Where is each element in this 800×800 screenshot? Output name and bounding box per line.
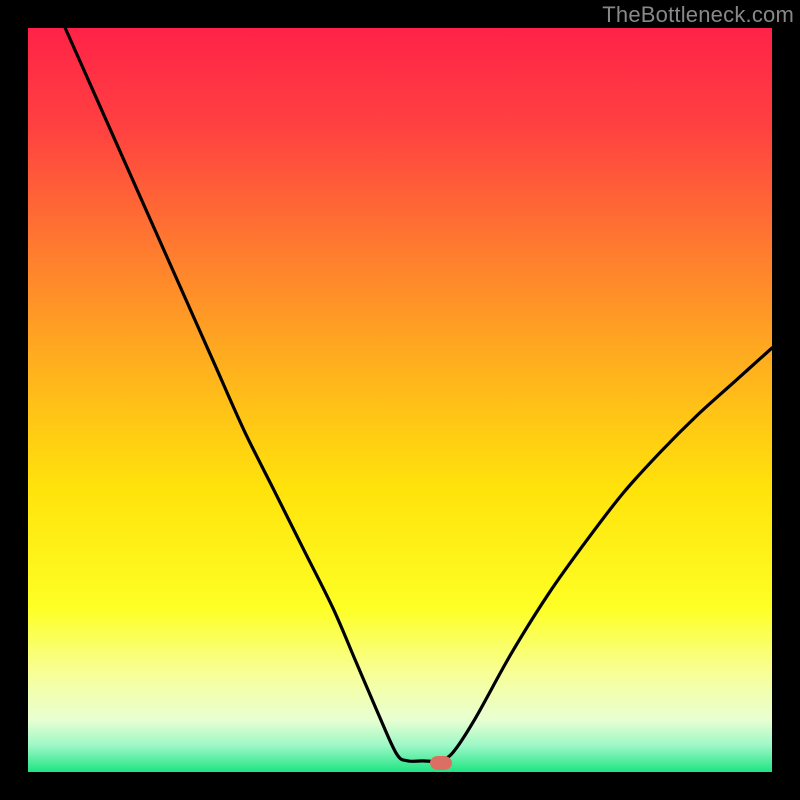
chart-frame: TheBottleneck.com	[0, 0, 800, 800]
bottleneck-chart	[28, 28, 772, 772]
attribution-label: TheBottleneck.com	[602, 2, 794, 28]
optimal-point-marker	[430, 756, 452, 770]
chart-background	[28, 28, 772, 772]
